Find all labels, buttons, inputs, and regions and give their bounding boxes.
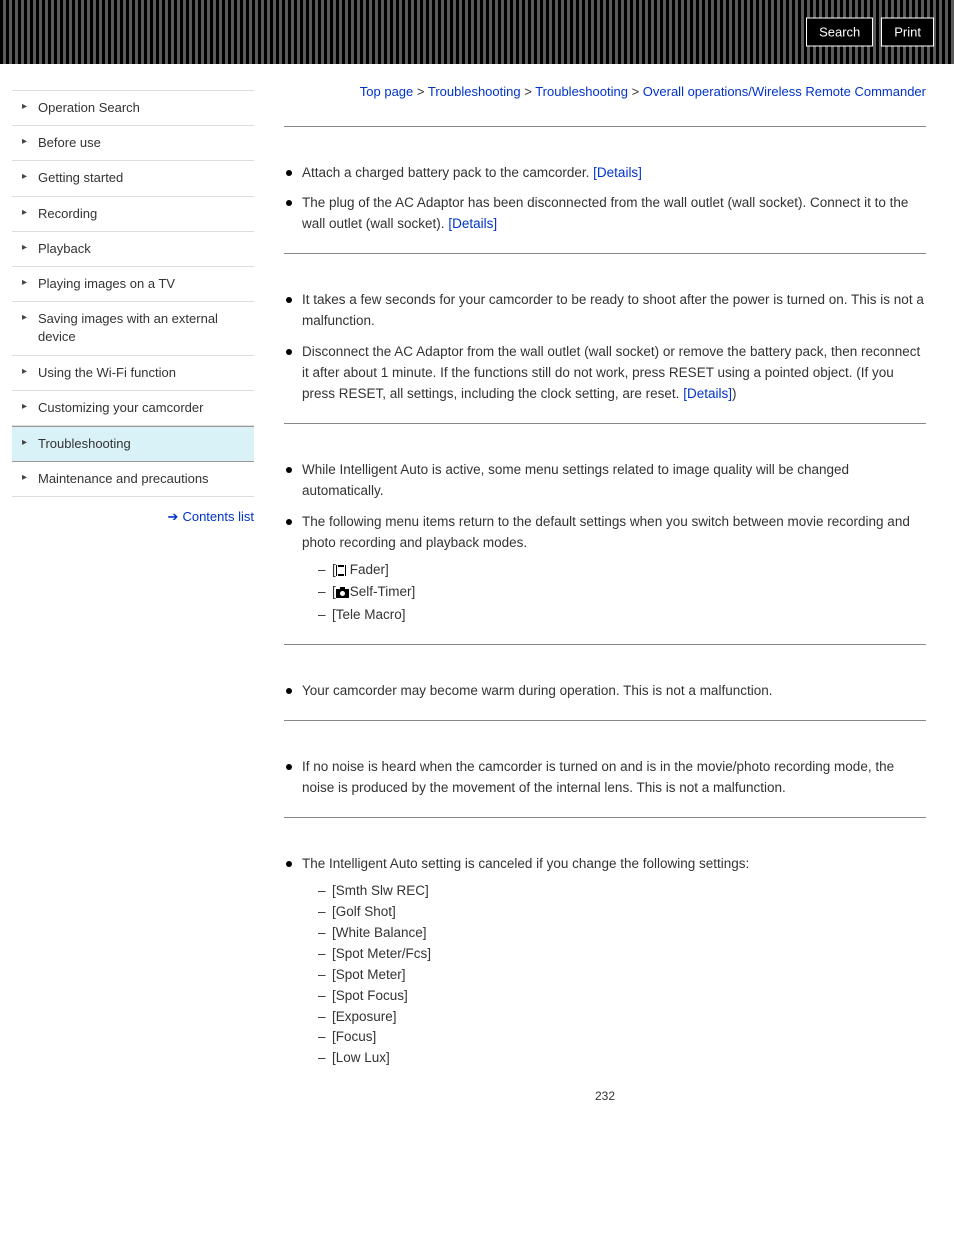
details-link[interactable]: [Details] bbox=[593, 165, 642, 180]
bullet-item: Disconnect the AC Adaptor from the wall … bbox=[284, 342, 926, 405]
sublist-item: [Smth Slw REC] bbox=[318, 881, 926, 902]
breadcrumb-current[interactable]: Overall operations/Wireless Remote Comma… bbox=[643, 84, 926, 99]
breadcrumb-ts1[interactable]: Troubleshooting bbox=[428, 84, 521, 99]
main-content: Top page > Troubleshooting > Troubleshoo… bbox=[284, 76, 926, 1103]
sidebar-item-before-use[interactable]: Before use bbox=[12, 126, 254, 161]
details-link[interactable]: [Details] bbox=[448, 216, 497, 231]
topbar: Search Print bbox=[0, 0, 954, 64]
sublist-text: Fader] bbox=[350, 562, 389, 577]
section-1: Attach a charged battery pack to the cam… bbox=[284, 126, 926, 236]
bullet-item: The Intelligent Auto setting is canceled… bbox=[284, 854, 926, 1069]
movie-icon bbox=[336, 562, 350, 583]
sublist-item: [Golf Shot] bbox=[318, 902, 926, 923]
section-3: While Intelligent Auto is active, some m… bbox=[284, 423, 926, 626]
breadcrumb-ts2[interactable]: Troubleshooting bbox=[535, 84, 628, 99]
sublist-item: [Spot Meter/Fcs] bbox=[318, 944, 926, 965]
sidebar-item-customizing[interactable]: Customizing your camcorder bbox=[12, 391, 254, 426]
sidebar-item-playback[interactable]: Playback bbox=[12, 232, 254, 267]
bullet-item: The following menu items return to the d… bbox=[284, 512, 926, 627]
topbar-buttons: Search Print bbox=[806, 18, 934, 47]
bullet-text: The following menu items return to the d… bbox=[302, 514, 910, 550]
sublist: [Smth Slw REC] [Golf Shot] [White Balanc… bbox=[318, 881, 926, 1069]
sidebar: Operation Search Before use Getting star… bbox=[12, 90, 254, 1103]
breadcrumb: Top page > Troubleshooting > Troubleshoo… bbox=[284, 82, 926, 102]
section-4: Your camcorder may become warm during op… bbox=[284, 644, 926, 702]
sidebar-item-getting-started[interactable]: Getting started bbox=[12, 161, 254, 196]
bullet-text: The Intelligent Auto setting is canceled… bbox=[302, 856, 749, 871]
sidebar-item-saving-images[interactable]: Saving images with an external device bbox=[12, 302, 254, 355]
bullet-text: Disconnect the AC Adaptor from the wall … bbox=[302, 344, 920, 401]
bullet-item: Attach a charged battery pack to the cam… bbox=[284, 163, 926, 184]
sidebar-nav: Operation Search Before use Getting star… bbox=[12, 90, 254, 497]
breadcrumb-sep: > bbox=[521, 84, 536, 99]
bullet-text: Attach a charged battery pack to the cam… bbox=[302, 165, 593, 180]
breadcrumb-sep: > bbox=[413, 84, 428, 99]
search-button[interactable]: Search bbox=[806, 18, 873, 47]
sublist-item: [Fader] bbox=[318, 560, 926, 583]
sidebar-item-troubleshooting[interactable]: Troubleshooting bbox=[12, 426, 254, 462]
arrow-right-icon: ➔ bbox=[168, 509, 179, 524]
breadcrumb-sep: > bbox=[628, 84, 643, 99]
sublist-item: [Spot Meter] bbox=[318, 965, 926, 986]
sidebar-item-wifi[interactable]: Using the Wi-Fi function bbox=[12, 356, 254, 391]
contents-list-link[interactable]: Contents list bbox=[182, 509, 254, 524]
sublist-item: [Spot Focus] bbox=[318, 986, 926, 1007]
bullet-item: It takes a few seconds for your camcorde… bbox=[284, 290, 926, 332]
sublist-text: Self-Timer] bbox=[350, 584, 416, 599]
section-5: If no noise is heard when the camcorder … bbox=[284, 720, 926, 799]
bullet-item: If no noise is heard when the camcorder … bbox=[284, 757, 926, 799]
print-button[interactable]: Print bbox=[881, 18, 934, 47]
bullet-item: The plug of the AC Adaptor has been disc… bbox=[284, 193, 926, 235]
bullet-item: Your camcorder may become warm during op… bbox=[284, 681, 926, 702]
sublist-item: [White Balance] bbox=[318, 923, 926, 944]
sidebar-item-operation-search[interactable]: Operation Search bbox=[12, 91, 254, 126]
camera-icon bbox=[336, 584, 350, 605]
page-number: 232 bbox=[284, 1089, 926, 1103]
section-2: It takes a few seconds for your camcorde… bbox=[284, 253, 926, 405]
details-link[interactable]: [Details] bbox=[683, 386, 732, 401]
section-6: The Intelligent Auto setting is canceled… bbox=[284, 817, 926, 1069]
bullet-text-post: ) bbox=[732, 386, 737, 401]
container: Operation Search Before use Getting star… bbox=[0, 64, 954, 1103]
sidebar-item-recording[interactable]: Recording bbox=[12, 197, 254, 232]
breadcrumb-top[interactable]: Top page bbox=[360, 84, 414, 99]
sublist: [Fader] [Self-Timer] [Tele Macro] bbox=[318, 560, 926, 627]
bullet-item: While Intelligent Auto is active, some m… bbox=[284, 460, 926, 502]
sidebar-item-maintenance[interactable]: Maintenance and precautions bbox=[12, 462, 254, 497]
bullet-text: The plug of the AC Adaptor has been disc… bbox=[302, 195, 908, 231]
sublist-item: [Exposure] bbox=[318, 1007, 926, 1028]
sublist-item: [Low Lux] bbox=[318, 1048, 926, 1069]
sidebar-item-playing-on-tv[interactable]: Playing images on a TV bbox=[12, 267, 254, 302]
contents-list-link-wrap: ➔Contents list bbox=[12, 509, 254, 525]
sublist-item: [Tele Macro] bbox=[318, 605, 926, 626]
sublist-item: [Self-Timer] bbox=[318, 582, 926, 605]
sublist-item: [Focus] bbox=[318, 1027, 926, 1048]
